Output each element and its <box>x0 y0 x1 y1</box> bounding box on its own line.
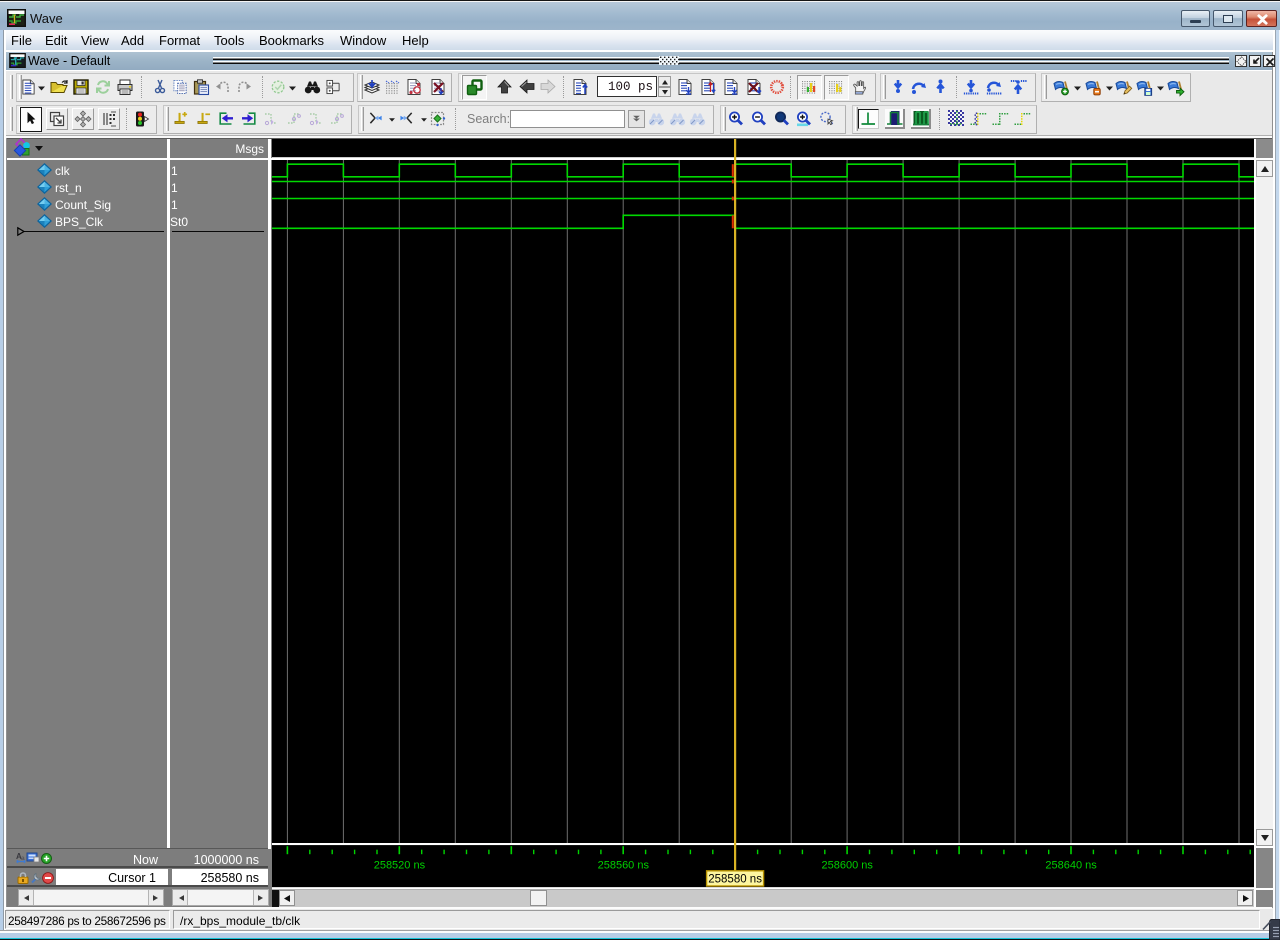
svg-text:258560 ns: 258560 ns <box>598 860 650 872</box>
svg-text:258520 ns: 258520 ns <box>374 860 426 872</box>
svg-text:258640 ns: 258640 ns <box>1045 860 1097 872</box>
svg-text:258600 ns: 258600 ns <box>822 860 874 872</box>
svg-text:258580 ns: 258580 ns <box>708 874 762 886</box>
